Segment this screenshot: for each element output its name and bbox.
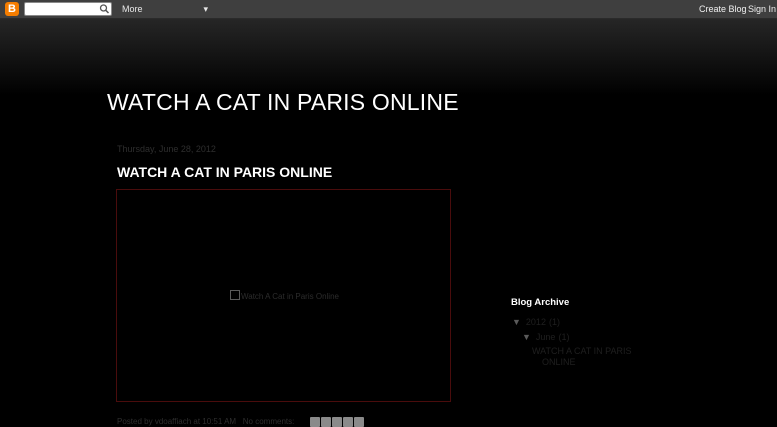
create-blog-link[interactable]: Create Blog bbox=[699, 3, 747, 15]
archive-year-item: ▼ 2012 (1) bbox=[512, 317, 560, 328]
share-buttons bbox=[310, 417, 364, 427]
header-band bbox=[0, 19, 777, 95]
month-toggle-icon[interactable]: ▼ bbox=[522, 332, 531, 342]
archive-year-link[interactable]: 2012 bbox=[526, 317, 546, 327]
footer-comments[interactable]: No comments: bbox=[243, 417, 295, 426]
footer-author[interactable]: vdoaffiach bbox=[155, 417, 191, 426]
post-footer: Posted by vdoaffiach at 10:51 AM No comm… bbox=[117, 417, 294, 427]
post-image-frame: Watch A Cat in Paris Online bbox=[116, 189, 451, 402]
more-label: More bbox=[122, 4, 143, 14]
footer-at: at bbox=[193, 417, 201, 426]
footer-time[interactable]: 10:51 AM bbox=[202, 417, 236, 426]
blogger-logo-icon[interactable]: B bbox=[5, 2, 19, 16]
twitter-share-icon[interactable] bbox=[332, 417, 342, 427]
broken-image-icon bbox=[230, 290, 240, 300]
more-dropdown[interactable]: More ▾ bbox=[122, 3, 210, 15]
post-image[interactable]: Watch A Cat in Paris Online bbox=[230, 290, 339, 302]
archive-post-link[interactable]: WATCH A CAT IN PARIS ONLINE bbox=[532, 346, 632, 368]
search-box bbox=[24, 2, 112, 19]
sign-in-link[interactable]: Sign In bbox=[748, 3, 776, 15]
year-toggle-icon[interactable]: ▼ bbox=[512, 317, 521, 327]
archive-post-label: WATCH A CAT IN PARIS ONLINE bbox=[532, 346, 632, 367]
search-icon[interactable] bbox=[99, 3, 110, 15]
email-share-icon[interactable] bbox=[310, 417, 320, 427]
archive-title: Blog Archive bbox=[511, 297, 570, 308]
facebook-share-icon[interactable] bbox=[343, 417, 353, 427]
search-input[interactable] bbox=[25, 7, 100, 19]
footer-posted-by: Posted by bbox=[117, 417, 153, 426]
archive-month-count: (1) bbox=[558, 332, 570, 342]
blogger-navbar: B More ▾ Create Blog Sign In bbox=[0, 0, 777, 19]
archive-year-count: (1) bbox=[548, 317, 560, 327]
blog-title[interactable]: WATCH A CAT IN PARIS ONLINE bbox=[107, 88, 459, 116]
blogthis-share-icon[interactable] bbox=[321, 417, 331, 427]
post-date: Thursday, June 28, 2012 bbox=[117, 144, 216, 154]
archive-month-link[interactable]: June bbox=[536, 332, 556, 342]
post-image-alt: Watch A Cat in Paris Online bbox=[241, 292, 339, 301]
chevron-down-icon: ▾ bbox=[203, 4, 208, 14]
archive-month-item: ▼ June (1) bbox=[522, 332, 569, 343]
pinterest-share-icon[interactable] bbox=[354, 417, 364, 427]
post-title[interactable]: WATCH A CAT IN PARIS ONLINE bbox=[117, 164, 332, 181]
